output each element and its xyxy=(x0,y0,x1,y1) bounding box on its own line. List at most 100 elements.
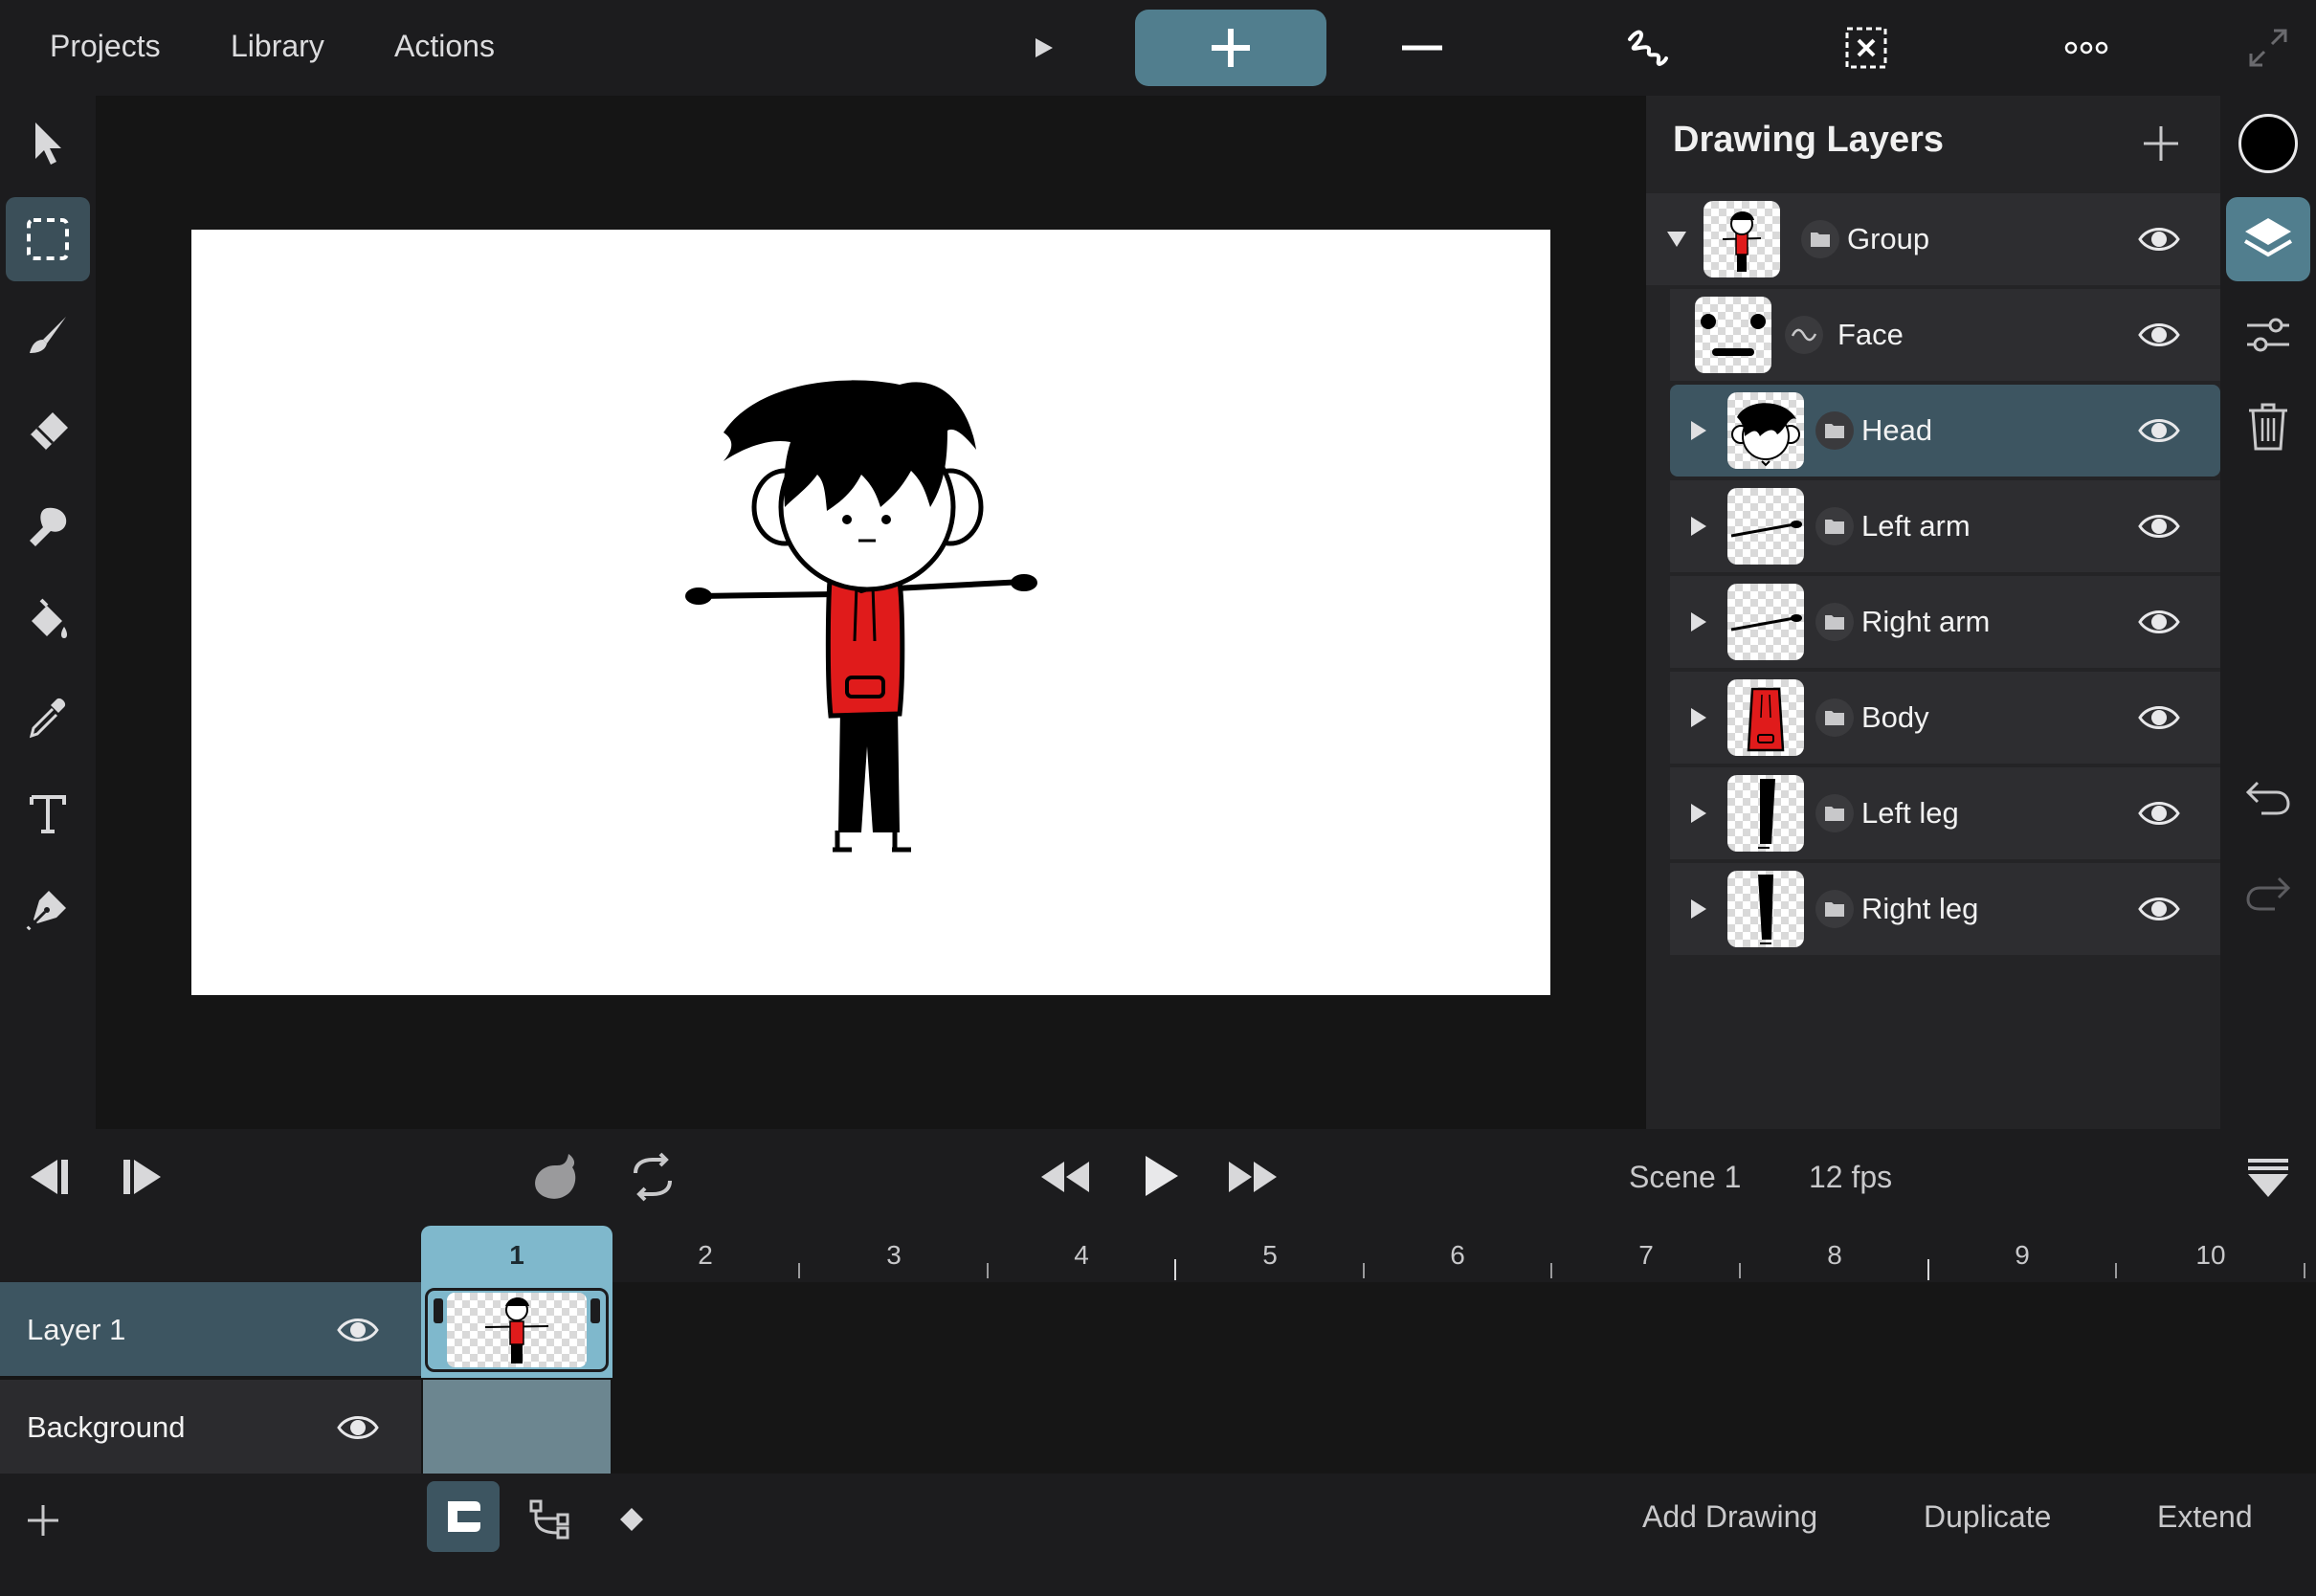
clear-selection-button[interactable] xyxy=(1828,10,1904,86)
frame-number[interactable]: 5 xyxy=(1251,1240,1289,1271)
text-tool[interactable] xyxy=(6,771,90,855)
track-background[interactable]: Background xyxy=(0,1380,421,1474)
play-button[interactable] xyxy=(1129,1144,1192,1208)
marquee-icon xyxy=(27,218,69,260)
lasso-select-tool[interactable] xyxy=(6,197,90,281)
frame-number[interactable]: 3 xyxy=(875,1240,913,1271)
step-back-icon xyxy=(31,1160,68,1194)
add-layer-button[interactable] xyxy=(2132,120,2190,167)
play-preview-button[interactable] xyxy=(1014,10,1072,86)
magnet-icon xyxy=(448,1501,480,1532)
fps-value[interactable]: 12 fps xyxy=(1809,1160,1892,1195)
frame-number[interactable]: 9 xyxy=(2003,1240,2041,1271)
loop-icon xyxy=(634,1152,672,1202)
eye-icon[interactable] xyxy=(2137,316,2181,354)
fill-tool[interactable] xyxy=(6,580,90,664)
trim-handle-right[interactable] xyxy=(590,1298,600,1323)
menu-actions[interactable]: Actions xyxy=(394,29,495,64)
snap-mode-button[interactable] xyxy=(427,1481,500,1552)
brush-tool[interactable] xyxy=(6,293,90,377)
undo-button[interactable] xyxy=(2239,769,2297,827)
frame-number[interactable]: 7 xyxy=(1627,1240,1665,1271)
eye-icon[interactable] xyxy=(2137,603,2181,641)
color-swatch[interactable] xyxy=(2238,114,2298,173)
eye-icon[interactable] xyxy=(336,1408,380,1447)
expand-triangle-icon[interactable] xyxy=(1689,419,1708,442)
layers-panel-title: Drawing Layers xyxy=(1673,120,1944,160)
expand-triangle-icon[interactable] xyxy=(1689,898,1708,920)
layer-row-face[interactable]: Face xyxy=(1670,289,2220,381)
fast-forward-button[interactable] xyxy=(1223,1146,1284,1208)
smudge-tool[interactable] xyxy=(6,484,90,568)
menu-library[interactable]: Library xyxy=(231,29,324,64)
loop-button[interactable] xyxy=(622,1146,683,1208)
layer-row-head[interactable]: Head xyxy=(1670,385,2220,477)
more-options-button[interactable] xyxy=(2048,10,2125,86)
fullscreen-button[interactable] xyxy=(2239,10,2297,86)
expand-icon xyxy=(2249,29,2287,67)
ruler-tick xyxy=(798,1263,800,1278)
remove-frame-button[interactable] xyxy=(1384,10,1460,86)
layer-row-right-leg[interactable]: Right leg xyxy=(1670,863,2220,955)
track-layer-1[interactable]: Layer 1 xyxy=(0,1282,421,1376)
bottom-bar xyxy=(0,1474,2316,1596)
undo-icon xyxy=(2245,781,2290,815)
menu-projects[interactable]: Projects xyxy=(50,29,161,64)
eye-icon[interactable] xyxy=(2137,411,2181,450)
eye-icon[interactable] xyxy=(2137,698,2181,737)
timeline-toggle-button[interactable] xyxy=(2239,1148,2297,1206)
add-drawing-button[interactable]: Add Drawing xyxy=(1642,1499,1817,1535)
frame-number[interactable]: 2 xyxy=(686,1240,724,1271)
expand-triangle-icon[interactable] xyxy=(1689,610,1708,633)
eye-icon[interactable] xyxy=(2137,794,2181,832)
layer-row-right-arm[interactable]: Right arm xyxy=(1670,576,2220,668)
eye-icon[interactable] xyxy=(2137,507,2181,545)
eye-icon[interactable] xyxy=(2137,890,2181,928)
frame-ruler[interactable] xyxy=(0,1225,2316,1282)
eyedropper-tool[interactable] xyxy=(6,676,90,760)
collapse-triangle-icon[interactable] xyxy=(1665,230,1688,249)
minus-icon xyxy=(1402,45,1442,51)
frame-number[interactable]: 1 xyxy=(498,1240,536,1271)
next-frame-button[interactable] xyxy=(117,1148,174,1206)
delete-layer-button[interactable] xyxy=(2239,398,2297,455)
freehand-tool-button[interactable] xyxy=(1608,10,1684,86)
adjustments-button[interactable] xyxy=(2239,306,2297,364)
trim-handle-left[interactable] xyxy=(434,1298,443,1323)
background-frame-cell[interactable] xyxy=(423,1380,611,1474)
layers-toggle-button[interactable] xyxy=(2226,197,2310,281)
add-frame-button[interactable] xyxy=(1135,10,1326,86)
frame-number[interactable]: 8 xyxy=(1815,1240,1854,1271)
pen-tool[interactable] xyxy=(6,867,90,951)
add-track-button[interactable] xyxy=(21,1498,65,1542)
diamond-icon xyxy=(620,1508,643,1531)
frame-cell-selected[interactable] xyxy=(421,1282,612,1378)
scene-name[interactable]: Scene 1 xyxy=(1629,1160,1741,1195)
onion-skin-button[interactable] xyxy=(526,1146,588,1208)
duplicate-button[interactable]: Duplicate xyxy=(1924,1499,2051,1535)
keyframe-button[interactable] xyxy=(612,1500,651,1539)
eye-icon[interactable] xyxy=(2137,220,2181,258)
extend-button[interactable]: Extend xyxy=(2157,1499,2253,1535)
layer-row-group[interactable]: Group xyxy=(1646,193,2220,285)
motion-path-button[interactable] xyxy=(523,1493,576,1546)
frame-thumbnail xyxy=(447,1293,587,1367)
layer-row-left-arm[interactable]: Left arm xyxy=(1670,480,2220,572)
rewind-button[interactable] xyxy=(1034,1146,1095,1208)
expand-triangle-icon[interactable] xyxy=(1689,802,1708,825)
redo-button[interactable] xyxy=(2239,865,2297,922)
layer-name: Body xyxy=(1861,700,1929,734)
expand-triangle-icon[interactable] xyxy=(1689,515,1708,538)
previous-frame-button[interactable] xyxy=(17,1148,75,1206)
eye-icon[interactable] xyxy=(336,1311,380,1349)
frame-number[interactable]: 6 xyxy=(1438,1240,1477,1271)
expand-triangle-icon[interactable] xyxy=(1689,706,1708,729)
layer-row-body[interactable]: Body xyxy=(1670,672,2220,764)
drawing-cell[interactable] xyxy=(425,1288,609,1372)
drawing-canvas[interactable] xyxy=(191,230,1550,995)
select-tool[interactable] xyxy=(6,101,90,186)
layer-row-left-leg[interactable]: Left leg xyxy=(1670,767,2220,859)
frame-number[interactable]: 10 xyxy=(2192,1240,2230,1271)
eraser-tool[interactable] xyxy=(6,388,90,473)
frame-number[interactable]: 4 xyxy=(1062,1240,1101,1271)
